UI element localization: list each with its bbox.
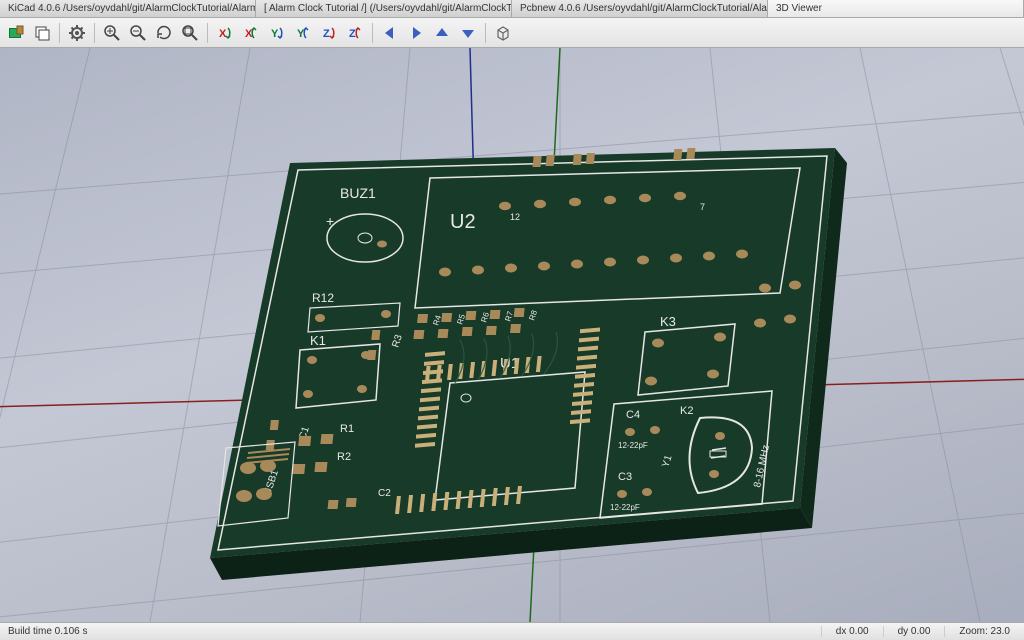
toolbar-separator xyxy=(59,23,60,43)
3d-scene: BUZ1 + U2 12 7 xyxy=(0,48,1024,622)
svg-text:12: 12 xyxy=(510,212,520,222)
svg-text:Y: Y xyxy=(271,28,279,40)
svg-text:K1: K1 xyxy=(310,333,326,348)
zoom-out-button[interactable] xyxy=(126,21,150,45)
zoom-fit-button[interactable] xyxy=(178,21,202,45)
zoom-in-icon xyxy=(103,24,121,42)
rotate-x-pos-button[interactable]: X xyxy=(239,21,263,45)
svg-text:R12: R12 xyxy=(312,291,334,305)
toolbar-separator xyxy=(207,23,208,43)
arrow-down-icon xyxy=(459,24,477,42)
3d-viewport[interactable]: BUZ1 + U2 12 7 xyxy=(0,48,1024,622)
svg-text:+: + xyxy=(326,213,334,229)
svg-text:K3: K3 xyxy=(660,314,676,329)
reload-icon xyxy=(7,24,25,42)
zoom-redraw-icon xyxy=(155,24,173,42)
status-dx: dx 0.00 xyxy=(821,626,883,637)
tab-kicad[interactable]: KiCad 4.0.6 /Users/oyvdahl/git/AlarmCloc… xyxy=(0,0,256,17)
arrow-left-icon xyxy=(381,24,399,42)
ortho-button[interactable] xyxy=(491,21,515,45)
pan-right-button[interactable] xyxy=(404,21,428,45)
tab-label: 3D Viewer xyxy=(776,3,822,14)
gear-icon xyxy=(68,24,86,42)
svg-text:12-22pF: 12-22pF xyxy=(610,503,640,512)
pan-up-button[interactable] xyxy=(430,21,454,45)
pan-down-button[interactable] xyxy=(456,21,480,45)
rotate-z-pos-button[interactable]: Z xyxy=(343,21,367,45)
copy-image-button[interactable] xyxy=(30,21,54,45)
tab-label: [ Alarm Clock Tutorial /] (/Users/oyvdah… xyxy=(264,3,512,14)
toolbar: X X Y Y Z Z xyxy=(0,18,1024,48)
svg-text:R1: R1 xyxy=(340,423,354,435)
rotate-y-neg-icon: Y xyxy=(268,24,286,42)
svg-text:7: 7 xyxy=(700,202,705,212)
rotate-z-pos-icon: Z xyxy=(346,24,364,42)
cube-icon xyxy=(494,24,512,42)
svg-text:Z: Z xyxy=(349,28,356,40)
toolbar-separator xyxy=(94,23,95,43)
rotate-z-neg-icon: Z xyxy=(320,24,338,42)
svg-text:BUZ1: BUZ1 xyxy=(340,185,376,201)
rotate-x-pos-icon: X xyxy=(242,24,260,42)
window-tab-bar: KiCad 4.0.6 /Users/oyvdahl/git/AlarmCloc… xyxy=(0,0,1024,18)
svg-text:12-22pF: 12-22pF xyxy=(618,441,648,450)
rotate-x-neg-button[interactable]: X xyxy=(213,21,237,45)
rotate-y-neg-button[interactable]: Y xyxy=(265,21,289,45)
rotate-y-pos-button[interactable]: Y xyxy=(291,21,315,45)
rotate-z-neg-button[interactable]: Z xyxy=(317,21,341,45)
svg-text:K2: K2 xyxy=(680,405,693,417)
arrow-up-icon xyxy=(433,24,451,42)
svg-text:C2: C2 xyxy=(378,488,391,499)
copy-image-icon xyxy=(33,24,51,42)
reload-button[interactable] xyxy=(4,21,28,45)
options-button[interactable] xyxy=(65,21,89,45)
zoom-out-icon xyxy=(129,24,147,42)
zoom-in-button[interactable] xyxy=(100,21,124,45)
svg-text:C3: C3 xyxy=(618,471,632,483)
toolbar-separator xyxy=(372,23,373,43)
tab-label: Pcbnew 4.0.6 /Users/oyvdahl/git/AlarmClo… xyxy=(520,3,768,14)
status-bar: Build time 0.106 s dx 0.00 dy 0.00 Zoom:… xyxy=(0,622,1024,640)
tab-3d-viewer[interactable]: 3D Viewer xyxy=(768,0,1024,17)
arrow-right-icon xyxy=(407,24,425,42)
tab-alarm-tutorial[interactable]: [ Alarm Clock Tutorial /] (/Users/oyvdah… xyxy=(256,0,512,17)
pcb-board: BUZ1 + U2 12 7 xyxy=(210,148,847,580)
tab-label: KiCad 4.0.6 /Users/oyvdahl/git/AlarmCloc… xyxy=(8,3,256,14)
status-dy: dy 0.00 xyxy=(883,626,945,637)
status-zoom: Zoom: 23.0 xyxy=(944,626,1024,637)
status-build-time: Build time 0.106 s xyxy=(0,626,821,637)
svg-text:U2: U2 xyxy=(450,211,476,233)
zoom-fit-icon xyxy=(181,24,199,42)
toolbar-separator xyxy=(485,23,486,43)
pan-left-button[interactable] xyxy=(378,21,402,45)
rotate-x-neg-icon: X xyxy=(216,24,234,42)
svg-text:Z: Z xyxy=(323,28,330,40)
tab-pcbnew[interactable]: Pcbnew 4.0.6 /Users/oyvdahl/git/AlarmClo… xyxy=(512,0,768,17)
svg-text:C4: C4 xyxy=(626,409,640,421)
svg-text:R2: R2 xyxy=(337,451,351,463)
rotate-y-pos-icon: Y xyxy=(294,24,312,42)
svg-text:X: X xyxy=(219,28,227,40)
zoom-redraw-button[interactable] xyxy=(152,21,176,45)
